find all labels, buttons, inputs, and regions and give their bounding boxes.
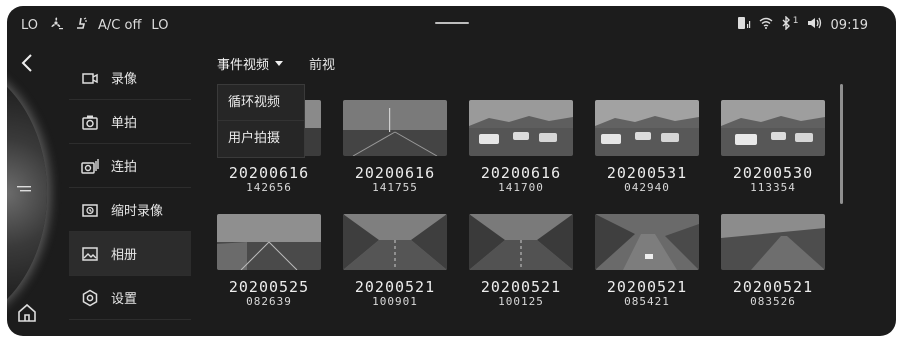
video-date: 20200525: [228, 278, 310, 296]
seat-heat-icon[interactable]: [74, 16, 88, 34]
tab-front-view[interactable]: 前视: [309, 54, 335, 73]
left-temperature[interactable]: LO: [21, 18, 38, 33]
video-time: 141755: [372, 181, 418, 194]
gallery-item[interactable]: 20200616 141755: [343, 100, 447, 194]
video-date: 20200521: [606, 278, 688, 296]
gallery-item[interactable]: 20200525 082639: [217, 214, 321, 308]
video-camera-icon: [81, 69, 99, 87]
caret-down-icon: [275, 61, 284, 66]
camera-icon: [81, 113, 99, 131]
video-time: 083526: [750, 295, 796, 308]
video-type-dropdown: 循环视频 用户拍摄: [217, 84, 305, 158]
ac-status[interactable]: A/C off: [98, 18, 141, 33]
phone-signal-icon: [737, 16, 751, 34]
gear-icon: [81, 289, 99, 307]
menu-item-settings[interactable]: 设置: [69, 276, 191, 320]
video-date: 20200521: [354, 278, 436, 296]
dropdown-option-user-capture[interactable]: 用户拍摄: [218, 121, 304, 157]
menu-item-record[interactable]: 录像: [69, 56, 191, 100]
scrollbar[interactable]: [840, 84, 843, 204]
right-temperature[interactable]: LO: [151, 18, 168, 33]
video-time: 085421: [624, 295, 670, 308]
gallery-item[interactable]: 20200521 100901: [343, 214, 447, 308]
gallery-item[interactable]: 20200616 141700: [469, 100, 573, 194]
dropdown-option-loop-video[interactable]: 循环视频: [218, 85, 304, 121]
thumbnail: [721, 214, 825, 270]
video-date: 20200616: [480, 164, 562, 182]
volume-icon[interactable]: [807, 16, 823, 34]
gallery-item[interactable]: 20200521 085421: [595, 214, 699, 308]
thumbnail: [721, 100, 825, 156]
menu-item-burst[interactable]: 连拍: [69, 144, 191, 188]
home-icon[interactable]: [16, 302, 38, 324]
video-date: 20200531: [606, 164, 688, 182]
bluetooth-icon: [781, 15, 791, 34]
thumbnail-grid: 20200616 142656 20200616 141755 20200616…: [217, 100, 825, 308]
gallery-content: 事件视频 前视 循环视频 用户拍摄 20200616 142656 202006…: [207, 40, 857, 336]
gallery-item[interactable]: 20200531 042940: [595, 100, 699, 194]
video-time: 142656: [246, 181, 292, 194]
menu-handle-icon[interactable]: [17, 182, 33, 198]
thumbnail: [217, 214, 321, 270]
fan-icon[interactable]: [48, 16, 64, 34]
video-date: 20200521: [732, 278, 814, 296]
gallery-item[interactable]: 20200530 113354: [721, 100, 825, 194]
thumbnail: [469, 100, 573, 156]
head-unit-screen: LO A/C off LO 1 09:19 录像 单拍 连拍 缩时录像 相册 设…: [7, 6, 896, 336]
gallery-icon: [81, 245, 99, 263]
pull-down-handle[interactable]: [435, 22, 469, 24]
left-rail: [7, 40, 63, 336]
video-time: 100901: [372, 295, 418, 308]
menu-label: 相册: [111, 248, 138, 263]
video-time: 113354: [750, 181, 796, 194]
menu-label: 连拍: [111, 160, 138, 175]
thumbnail: [595, 100, 699, 156]
video-time: 082639: [246, 295, 292, 308]
back-button[interactable]: [15, 52, 39, 76]
bluetooth-count: 1: [792, 16, 799, 26]
menu-label: 缩时录像: [111, 204, 164, 219]
video-time: 141700: [498, 181, 544, 194]
menu-label: 设置: [111, 292, 138, 307]
thumbnail: [343, 214, 447, 270]
side-menu: 录像 单拍 连拍 缩时录像 相册 设置: [69, 56, 191, 320]
thumbnail: [469, 214, 573, 270]
video-date: 20200616: [228, 164, 310, 182]
video-date: 20200530: [732, 164, 814, 182]
thumbnail: [343, 100, 447, 156]
tab-event-video-dropdown[interactable]: 事件视频: [217, 54, 284, 73]
status-bar: LO A/C off LO 1 09:19: [7, 6, 896, 40]
gallery-item[interactable]: 20200521 100125: [469, 214, 573, 308]
timelapse-icon: [81, 201, 99, 219]
video-time: 100125: [498, 295, 544, 308]
video-date: 20200521: [480, 278, 562, 296]
wifi-icon: [759, 17, 773, 33]
tab-label: 事件视频: [217, 58, 270, 73]
clock: 09:19: [830, 17, 868, 33]
burst-camera-icon: [81, 157, 99, 175]
menu-item-gallery[interactable]: 相册: [69, 232, 191, 276]
menu-label: 单拍: [111, 116, 138, 131]
gallery-item[interactable]: 20200521 083526: [721, 214, 825, 308]
video-time: 042940: [624, 181, 670, 194]
menu-item-single-shot[interactable]: 单拍: [69, 100, 191, 144]
video-date: 20200616: [354, 164, 436, 182]
menu-item-timelapse[interactable]: 缩时录像: [69, 188, 191, 232]
tab-bar: 事件视频 前视: [217, 54, 335, 73]
thumbnail: [595, 214, 699, 270]
menu-label: 录像: [111, 72, 138, 87]
